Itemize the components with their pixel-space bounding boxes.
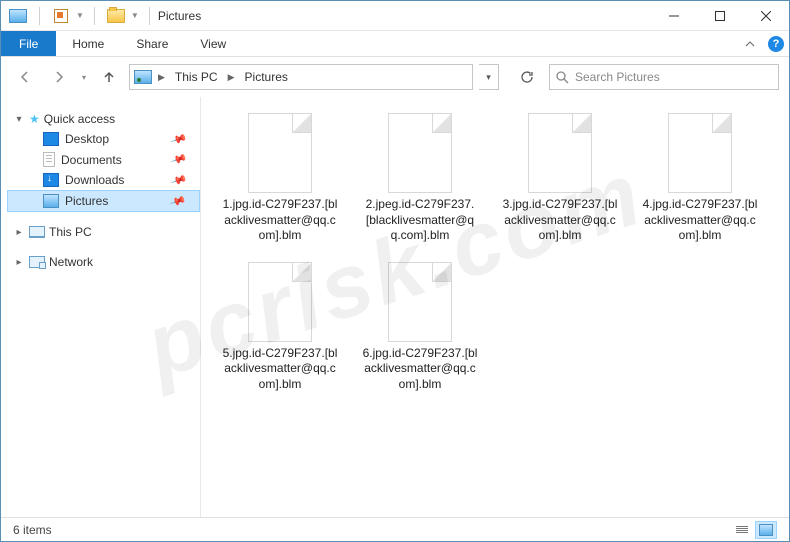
window-title: Pictures xyxy=(158,9,201,23)
item-count: 6 items xyxy=(13,523,52,537)
file-name: 1.jpg.id-C279F237.[blacklivesmatter@qq.c… xyxy=(221,197,339,244)
ribbon: File Home Share View ? xyxy=(1,31,789,57)
back-button[interactable] xyxy=(11,63,39,91)
file-tab[interactable]: File xyxy=(1,31,56,56)
chevron-right-icon[interactable]: ▸ xyxy=(13,227,25,238)
tab-view[interactable]: View xyxy=(184,31,242,56)
search-box[interactable] xyxy=(549,64,779,90)
sidebar-item-pictures[interactable]: Pictures 📌 xyxy=(7,190,200,212)
sidebar-item-desktop[interactable]: Desktop 📌 xyxy=(7,129,200,149)
file-icon xyxy=(668,113,732,193)
downloads-icon xyxy=(43,173,59,187)
status-bar: 6 items xyxy=(1,517,789,541)
desktop-icon xyxy=(43,132,59,146)
pc-icon xyxy=(29,226,45,238)
quick-access-toolbar: ▼ ▼ xyxy=(7,5,156,27)
file-item[interactable]: 1.jpg.id-C279F237.[blacklivesmatter@qq.c… xyxy=(221,113,339,244)
chevron-right-icon[interactable]: ▶ xyxy=(226,72,237,83)
file-item[interactable]: 4.jpg.id-C279F237.[blacklivesmatter@qq.c… xyxy=(641,113,759,244)
sidebar-item-label: Documents xyxy=(61,153,122,167)
up-button[interactable] xyxy=(95,63,123,91)
file-item[interactable]: 2.jpeg.id-C279F237.[blacklivesmatter@qq.… xyxy=(361,113,479,244)
thumbnails-view-button[interactable] xyxy=(755,521,777,539)
search-icon xyxy=(556,71,569,84)
help-button[interactable]: ? xyxy=(763,31,789,56)
file-name: 5.jpg.id-C279F237.[blacklivesmatter@qq.c… xyxy=(221,346,339,393)
sidebar-this-pc[interactable]: ▸ This PC xyxy=(7,222,200,242)
properties-icon[interactable] xyxy=(50,5,72,27)
sidebar-item-label: Desktop xyxy=(65,132,109,146)
file-item[interactable]: 6.jpg.id-C279F237.[blacklivesmatter@qq.c… xyxy=(361,262,479,393)
address-row: ▾ ▶ This PC ▶ Pictures ▾ xyxy=(1,57,789,97)
tab-share[interactable]: Share xyxy=(120,31,184,56)
address-dropdown-icon[interactable]: ▾ xyxy=(479,64,499,90)
sidebar-item-label: Downloads xyxy=(65,173,124,187)
minimize-ribbon-icon[interactable] xyxy=(737,31,763,56)
this-pc-label: This PC xyxy=(49,225,92,239)
qat-dropdown2-icon[interactable]: ▼ xyxy=(131,11,139,20)
folder-icon xyxy=(105,5,127,27)
file-icon xyxy=(388,262,452,342)
file-list[interactable]: 1.jpg.id-C279F237.[blacklivesmatter@qq.c… xyxy=(201,97,789,517)
app-icon[interactable] xyxy=(7,5,29,27)
tab-home[interactable]: Home xyxy=(56,31,120,56)
file-icon xyxy=(248,113,312,193)
quick-access-label: Quick access xyxy=(44,112,115,126)
breadcrumb-root[interactable]: This PC xyxy=(171,70,222,84)
pin-icon: 📌 xyxy=(170,171,188,189)
pin-icon: 📌 xyxy=(170,130,188,148)
file-name: 4.jpg.id-C279F237.[blacklivesmatter@qq.c… xyxy=(641,197,759,244)
qat-dropdown-icon[interactable]: ▼ xyxy=(76,11,84,20)
search-input[interactable] xyxy=(575,70,772,84)
navigation-pane: ▾ ★ Quick access Desktop 📌 Documents 📌 D… xyxy=(1,97,201,517)
sidebar-item-documents[interactable]: Documents 📌 xyxy=(7,149,200,170)
file-icon xyxy=(528,113,592,193)
address-bar[interactable]: ▶ This PC ▶ Pictures xyxy=(129,64,473,90)
file-item[interactable]: 3.jpg.id-C279F237.[blacklivesmatter@qq.c… xyxy=(501,113,619,244)
star-icon: ★ xyxy=(29,112,40,126)
documents-icon xyxy=(43,152,55,167)
recent-dropdown-icon[interactable]: ▾ xyxy=(79,73,89,82)
close-button[interactable] xyxy=(743,1,789,31)
sidebar-network[interactable]: ▸ Network xyxy=(7,252,200,272)
chevron-right-icon[interactable]: ▶ xyxy=(156,72,167,83)
pictures-icon xyxy=(43,194,59,208)
chevron-right-icon[interactable]: ▸ xyxy=(13,257,25,268)
breadcrumb-current[interactable]: Pictures xyxy=(241,70,292,84)
file-name: 2.jpeg.id-C279F237.[blacklivesmatter@qq.… xyxy=(361,197,479,244)
titlebar: ▼ ▼ Pictures xyxy=(1,1,789,31)
pin-icon: 📌 xyxy=(170,151,188,169)
sidebar-quick-access[interactable]: ▾ ★ Quick access xyxy=(7,109,200,129)
details-view-button[interactable] xyxy=(731,521,753,539)
refresh-button[interactable] xyxy=(511,64,543,90)
forward-button[interactable] xyxy=(45,63,73,91)
file-icon xyxy=(248,262,312,342)
maximize-button[interactable] xyxy=(697,1,743,31)
file-name: 6.jpg.id-C279F237.[blacklivesmatter@qq.c… xyxy=(361,346,479,393)
file-name: 3.jpg.id-C279F237.[blacklivesmatter@qq.c… xyxy=(501,197,619,244)
pin-icon: 📌 xyxy=(169,192,187,210)
file-item[interactable]: 5.jpg.id-C279F237.[blacklivesmatter@qq.c… xyxy=(221,262,339,393)
sidebar-item-downloads[interactable]: Downloads 📌 xyxy=(7,170,200,190)
network-label: Network xyxy=(49,255,93,269)
minimize-button[interactable] xyxy=(651,1,697,31)
chevron-down-icon[interactable]: ▾ xyxy=(13,114,25,125)
file-icon xyxy=(388,113,452,193)
sidebar-item-label: Pictures xyxy=(65,194,108,208)
location-icon xyxy=(134,70,152,84)
network-icon xyxy=(29,256,45,268)
